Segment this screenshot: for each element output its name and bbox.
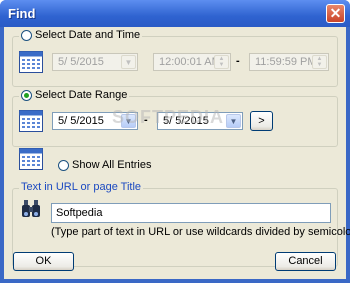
time-from-value: 12:00:01 AM [159, 56, 221, 68]
find-dialog: Find ✕ Select Date and Time 5/ 5/2015 ▼ [0, 0, 350, 283]
show-all-label: Show All Entries [72, 159, 152, 171]
date-time-radio-row[interactable]: Select Date and Time [19, 29, 143, 41]
calendar-icon [19, 51, 43, 73]
date-time-date-value: 5/ 5/2015 [58, 56, 104, 68]
binoculars-icon [22, 200, 40, 217]
text-search-label: Text in URL or page Title [21, 181, 142, 193]
show-all-radio[interactable] [58, 159, 69, 171]
time-range-separator: - [236, 55, 240, 67]
time-to-value: 11:59:59 PM [255, 56, 317, 68]
softpedia-watermark: SOFTPEDIA [112, 107, 225, 127]
spinner-icon[interactable]: ▲ ▼ [214, 55, 229, 69]
calendar-icon [19, 110, 43, 132]
chevron-down-icon[interactable]: ▼ [226, 114, 241, 128]
time-from-field[interactable]: 12:00:01 AM ▲ ▼ [153, 53, 231, 71]
ok-button[interactable]: OK [13, 252, 74, 271]
window-title: Find [8, 6, 36, 21]
date-range-radio-row[interactable]: Select Date Range [19, 89, 130, 101]
text-search-input[interactable]: Softpedia [51, 203, 331, 223]
date-range-more-button[interactable]: > [250, 111, 273, 131]
text-search-hint: (Type part of text in URL or use wildcar… [51, 226, 350, 238]
date-range-from-value: 5/ 5/2015 [58, 115, 104, 127]
chevron-down-icon[interactable]: ▼ [121, 55, 136, 69]
date-time-label: Select Date and Time [35, 29, 141, 41]
spinner-icon[interactable]: ▲ ▼ [312, 55, 327, 69]
date-time-group: Select Date and Time 5/ 5/2015 ▼ 12:00:0… [12, 29, 338, 87]
cancel-button[interactable]: Cancel [275, 252, 336, 271]
time-to-field[interactable]: 11:59:59 PM ▲ ▼ [249, 53, 329, 71]
close-button[interactable]: ✕ [326, 4, 345, 23]
dialog-body: Select Date and Time 5/ 5/2015 ▼ 12:00:0… [4, 27, 350, 279]
text-search-heading: Text in URL or page Title [19, 181, 144, 193]
date-range-radio[interactable] [21, 89, 32, 101]
title-bar: Find ✕ [0, 0, 350, 27]
date-time-date-picker[interactable]: 5/ 5/2015 ▼ [52, 53, 138, 71]
show-all-radio-row[interactable]: Show All Entries [58, 159, 151, 171]
date-range-label: Select Date Range [35, 89, 128, 101]
date-time-radio[interactable] [21, 29, 32, 41]
calendar-icon [19, 148, 43, 170]
